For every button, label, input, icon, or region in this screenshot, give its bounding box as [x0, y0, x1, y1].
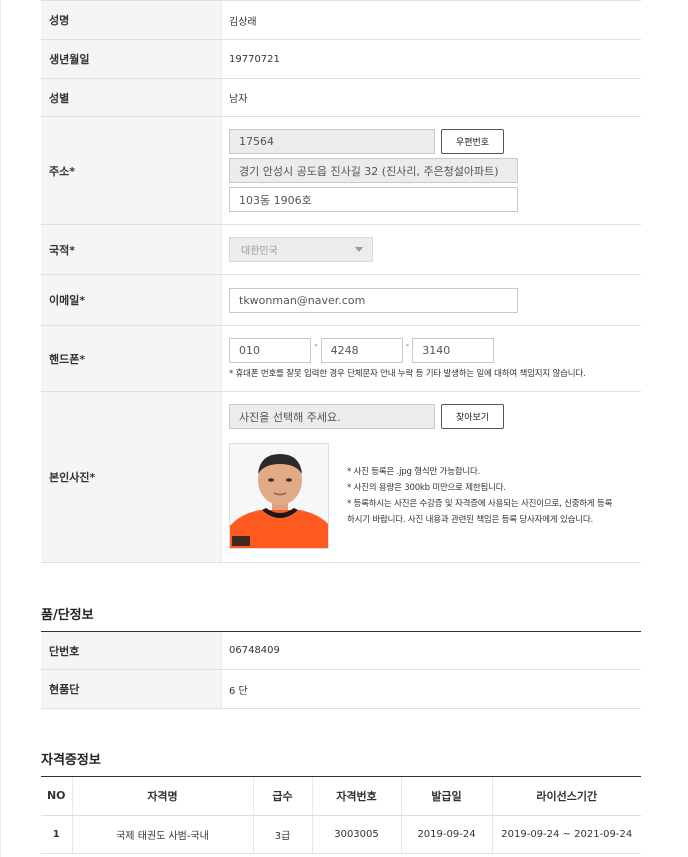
- row-name: 성명 김상래: [41, 1, 641, 40]
- photo-notes: * 사진 등록은 .jpg 형식만 가능합니다. * 사진의 용량은 300kb…: [347, 464, 612, 528]
- dan-number-value: 06748409: [229, 645, 280, 656]
- postal-code-button[interactable]: 우편번호: [441, 129, 504, 154]
- cert-grade: 3급: [253, 815, 313, 854]
- cert-table: NO 자격명 급수 자격번호 발급일 라이선스기간 1 국제 태권도 사범-국내…: [41, 777, 641, 854]
- page-left-border: [0, 0, 1, 857]
- row-address: 주소* 17564 우편번호 경기 안성시 공도읍 진사길 32 (진사리, 주…: [41, 117, 641, 225]
- member-info-form: 성명 김상래 생년월일 19770721 성별 남자 주소* 17564 우편번…: [41, 0, 641, 563]
- col-no: NO: [41, 777, 73, 816]
- col-license-period: 라이선스기간: [492, 777, 641, 816]
- email-input[interactable]: tkwonman@naver.com: [229, 287, 518, 313]
- row-gender: 성별 남자: [41, 79, 641, 117]
- row-email: 이메일* tkwonman@naver.com: [41, 275, 641, 326]
- address-line1-input[interactable]: 경기 안성시 공도읍 진사길 32 (진사리, 주은청설아파트): [229, 158, 518, 183]
- name-value: 김상래: [229, 16, 257, 28]
- cert-issue-date: 2019-09-24: [401, 815, 493, 854]
- birth-value: 19770721: [229, 53, 280, 65]
- profile-photo: [229, 443, 329, 549]
- photo-note-3: * 등록하시는 사진은 수강증 및 자격증에 사용되는 사진이므로, 신중하게 …: [347, 499, 613, 509]
- phone-note: * 휴대폰 번호를 잘못 입력한 경우 단체문자 안내 누락 등 기타 발생하는…: [229, 369, 586, 379]
- cert-section-title: 자격증정보: [41, 753, 101, 768]
- postal-code-input[interactable]: 17564: [229, 129, 435, 154]
- gender-label: 성별: [41, 79, 222, 116]
- photo-file-input[interactable]: 사진을 선택해 주세요.: [229, 404, 435, 429]
- phone-middle-input[interactable]: 4248: [320, 338, 403, 363]
- email-label: 이메일*: [41, 275, 222, 325]
- current-dan-label: 현품단: [41, 670, 222, 708]
- col-grade: 급수: [253, 777, 313, 816]
- photo-note-1: * 사진 등록은 .jpg 형식만 가능합니다.: [347, 467, 481, 477]
- row-dan-number: 단번호 06748409: [41, 632, 641, 670]
- gender-value: 남자: [229, 94, 248, 105]
- col-cert-number: 자격번호: [312, 777, 402, 816]
- name-label: 성명: [41, 1, 222, 39]
- cert-no: 1: [41, 815, 73, 854]
- cert-license-period: 2019-09-24 ~ 2021-09-24: [492, 815, 641, 854]
- col-cert-name: 자격명: [72, 777, 254, 816]
- row-phone: 핸드폰* 010 - 4248 - 3140 * 휴대폰 번호를 잘못 입력한 …: [41, 326, 641, 392]
- row-birth: 생년월일 19770721: [41, 40, 641, 79]
- photo-note-2: * 사진의 용량은 300kb 미만으로 제한됩니다.: [347, 483, 506, 493]
- nationality-select[interactable]: 대한민국: [229, 237, 373, 262]
- address-label: 주소*: [41, 117, 222, 224]
- poom-section-title: 품/단정보: [41, 608, 94, 623]
- cert-name: 국제 태권도 사범-국내: [72, 815, 254, 854]
- row-current-dan: 현품단 6 단: [41, 670, 641, 709]
- cert-number: 3003005: [312, 815, 402, 854]
- photo-label: 본인사진*: [41, 392, 222, 562]
- cert-table-header: NO 자격명 급수 자격번호 발급일 라이선스기간: [41, 777, 641, 816]
- nationality-label: 국적*: [41, 225, 222, 274]
- nationality-selected: 대한민국: [241, 246, 278, 257]
- phone-label: 핸드폰*: [41, 326, 222, 391]
- table-row: 1 국제 태권도 사범-국내 3급 3003005 2019-09-24 201…: [41, 815, 641, 854]
- photo-note-4: 하시기 바랍니다. 사진 내용과 관련된 책임은 등록 당사자에게 있습니다.: [347, 515, 594, 525]
- address-line2-input[interactable]: 103동 1906호: [229, 187, 518, 212]
- phone-last-input[interactable]: 3140: [412, 338, 495, 363]
- browse-button[interactable]: 찾아보기: [441, 404, 504, 429]
- row-nationality: 국적* 대한민국: [41, 225, 641, 275]
- phone-dash: -: [405, 340, 410, 351]
- chevron-down-icon: [355, 247, 363, 252]
- current-dan-value: 6 단: [229, 685, 248, 697]
- row-photo: 본인사진* 사진을 선택해 주세요. 찾아보기 * 사진 등록은 .jpg 형식…: [41, 392, 641, 563]
- col-issue-date: 발급일: [401, 777, 493, 816]
- birth-label: 생년월일: [41, 40, 222, 78]
- dan-number-label: 단번호: [41, 632, 222, 669]
- poom-table: 단번호 06748409 현품단 6 단: [41, 632, 641, 709]
- phone-prefix-input[interactable]: 010: [229, 338, 311, 363]
- phone-dash: -: [314, 340, 318, 351]
